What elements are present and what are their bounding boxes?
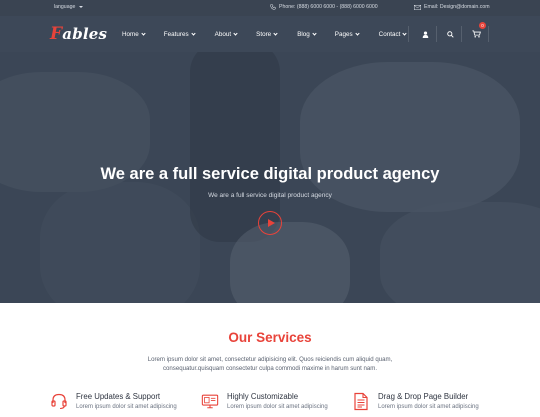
user-icon[interactable] — [418, 27, 432, 41]
phone-icon — [270, 4, 276, 10]
nav-label: Store — [256, 30, 272, 38]
language-selector[interactable]: language — [54, 4, 84, 10]
phone-info: Phone: (888) 6000 6000 - (888) 6000 6000 — [270, 4, 378, 10]
service-title: Highly Customizable — [227, 392, 299, 401]
email-info: Email: Design@domain.com — [414, 4, 490, 10]
nav-label: About — [214, 30, 232, 38]
play-video-button[interactable] — [258, 211, 282, 235]
cart-count-badge: 0 — [479, 22, 486, 29]
service-item: Free Updates & Support Lorem ipsum dolor… — [50, 392, 177, 414]
services-description: Lorem ipsum dolor sit amet, consectetur … — [0, 355, 540, 373]
nav-item-blog[interactable]: Blog — [297, 30, 317, 38]
nav-label: Pages — [334, 30, 353, 38]
service-text: Lorem ipsum dolor sit amet adipiscing — [227, 404, 328, 410]
services-description-line: Lorem ipsum dolor sit amet, consectetur … — [147, 356, 393, 363]
header-divider — [488, 26, 489, 42]
nav-label: Blog — [297, 30, 310, 38]
service-title: Free Updates & Support — [76, 392, 161, 401]
nav-item-about[interactable]: About — [214, 30, 238, 38]
monitor-icon — [201, 392, 219, 414]
language-label: language — [54, 4, 76, 10]
hero-subtitle: We are a full service digital product ag… — [208, 192, 332, 199]
top-bar: language Phone: (888) 6000 6000 - (888) … — [0, 0, 540, 16]
chevron-down-icon — [355, 30, 360, 36]
phone-text: Phone: (888) 6000 6000 - (888) 6000 6000 — [279, 4, 378, 10]
caret-down-icon — [79, 6, 84, 8]
nav-item-home[interactable]: Home — [122, 30, 146, 38]
nav-label: Contact — [378, 30, 401, 38]
header-divider — [461, 26, 462, 42]
document-icon — [352, 392, 370, 414]
nav-label: Home — [122, 30, 139, 38]
chevron-down-icon — [141, 30, 146, 36]
nav-item-contact[interactable]: Contact — [379, 31, 407, 38]
logo[interactable]: Fables — [50, 24, 107, 44]
chevron-down-icon — [402, 30, 407, 36]
logo-initial: F — [50, 24, 63, 44]
services-title: Our Services — [228, 330, 312, 345]
header-divider — [436, 26, 437, 42]
service-title: Drag & Drop Page Builder — [378, 392, 469, 401]
service-text: Lorem ipsum dolor sit amet adipiscing — [76, 404, 177, 410]
nav-item-features[interactable]: Features — [163, 30, 196, 38]
services-description-line: consequatur.quisquam consectetur culpa c… — [162, 365, 378, 372]
hero-section: We are a full service digital product ag… — [0, 52, 540, 303]
search-icon[interactable] — [443, 27, 457, 41]
logo-text: ables — [62, 25, 108, 43]
envelope-icon — [414, 4, 421, 10]
main-nav: Home Features About Store Blog Pages Con… — [122, 16, 407, 52]
nav-item-store[interactable]: Store — [256, 30, 278, 38]
chevron-down-icon — [273, 30, 278, 36]
chevron-down-icon — [312, 30, 317, 36]
nav-item-pages[interactable]: Pages — [334, 30, 360, 38]
headset-icon — [50, 392, 68, 414]
hero-title: We are a full service digital product ag… — [100, 165, 440, 183]
nav-label: Features — [163, 30, 189, 38]
main-header: Fables Home Features About Store Blog Pa… — [0, 16, 540, 52]
service-text: Lorem ipsum dolor sit amet adipiscing — [378, 404, 479, 410]
play-icon — [267, 219, 275, 227]
email-text[interactable]: Email: Design@domain.com — [424, 4, 490, 10]
chevron-down-icon — [191, 30, 196, 36]
cart-icon[interactable]: 0 — [469, 22, 486, 41]
header-divider — [408, 26, 409, 42]
chevron-down-icon — [233, 30, 238, 36]
service-item: Highly Customizable Lorem ipsum dolor si… — [201, 392, 328, 414]
service-item: Drag & Drop Page Builder Lorem ipsum dol… — [352, 392, 479, 414]
